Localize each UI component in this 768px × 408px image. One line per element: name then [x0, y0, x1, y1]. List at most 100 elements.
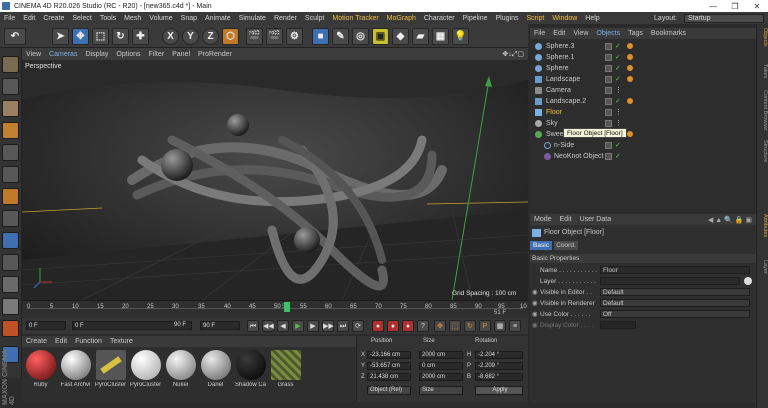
menu-script[interactable]: Script: [522, 15, 548, 22]
material-menu-texture[interactable]: Texture: [106, 338, 137, 345]
menu-create[interactable]: Create: [39, 15, 68, 22]
objects-menu-edit[interactable]: Edit: [549, 30, 569, 37]
tab-coord[interactable]: Coord.: [554, 241, 578, 250]
step-back-icon[interactable]: ◀: [277, 320, 289, 332]
size-x-field[interactable]: 2000 cm: [419, 351, 463, 359]
z-axis-toggle[interactable]: Z: [202, 28, 219, 45]
texture-mode-icon[interactable]: [2, 100, 19, 117]
viewport-menu-filter[interactable]: Filter: [145, 51, 169, 58]
environment-icon[interactable]: ▰: [412, 28, 429, 45]
timeline-menu-icon[interactable]: ≡: [509, 320, 521, 332]
menu-tools[interactable]: Tools: [96, 15, 120, 22]
radio-icon[interactable]: ◉: [532, 321, 538, 330]
display-color-swatch[interactable]: [600, 321, 636, 329]
menu-help[interactable]: Help: [581, 15, 603, 22]
render-to-picture-viewer-icon[interactable]: 🎬: [266, 28, 283, 45]
menu-select[interactable]: Select: [68, 15, 95, 22]
menu-mesh[interactable]: Mesh: [120, 15, 145, 22]
workplane-mode-icon[interactable]: [2, 122, 19, 139]
name-field[interactable]: Floor: [600, 266, 750, 274]
cube-primitive-icon[interactable]: ■: [312, 28, 329, 45]
object-row[interactable]: Camera ⋮: [530, 85, 756, 96]
position-z-field[interactable]: 21.438 cm: [367, 373, 411, 381]
material-swatch[interactable]: PyroCluster: [129, 349, 162, 393]
objects-menu-view[interactable]: View: [569, 30, 592, 37]
scale-key-icon[interactable]: ⬚: [449, 320, 461, 332]
attr-menu-mode[interactable]: Mode: [530, 216, 556, 223]
tab-layer-vertical[interactable]: Layer: [758, 260, 768, 274]
tab-content-browser-vertical[interactable]: Content Browser: [758, 90, 768, 131]
viewport-menu-display[interactable]: Display: [81, 51, 112, 58]
coordinate-system-icon[interactable]: ⬡: [222, 28, 239, 45]
tweak-mode-icon[interactable]: [2, 232, 19, 249]
snapping-icon[interactable]: [2, 276, 19, 293]
material-swatch[interactable]: Fast Archvi: [59, 349, 92, 393]
object-row[interactable]: Sphere.1 ✓: [530, 52, 756, 63]
go-to-start-icon[interactable]: ⏮: [247, 320, 259, 332]
rotation-key-icon[interactable]: ↻: [464, 320, 476, 332]
layer-link-icon[interactable]: [744, 277, 752, 285]
pen-spline-icon[interactable]: ✎: [332, 28, 349, 45]
next-key-icon[interactable]: ▶▶: [322, 320, 334, 332]
point-level-icon[interactable]: ▦: [494, 320, 506, 332]
menu-mograph[interactable]: MoGraph: [383, 15, 420, 22]
menu-volume[interactable]: Volume: [145, 15, 176, 22]
mograph-icon[interactable]: ◆: [392, 28, 409, 45]
go-to-end-icon[interactable]: ⏭: [337, 320, 349, 332]
menu-sculpt[interactable]: Sculpt: [301, 15, 328, 22]
visible-in-renderer-select[interactable]: Default: [600, 299, 750, 307]
layout-select[interactable]: Startup: [684, 13, 764, 23]
y-axis-toggle[interactable]: Y: [182, 28, 199, 45]
play-icon[interactable]: ▶: [292, 320, 304, 332]
menu-pipeline[interactable]: Pipeline: [459, 15, 492, 22]
size-mode-select[interactable]: Size: [419, 386, 463, 395]
layer-field[interactable]: [600, 277, 740, 285]
move-tool-icon[interactable]: ✥: [72, 28, 89, 45]
object-row[interactable]: n-Side ✓: [530, 140, 756, 151]
material-menu-create[interactable]: Create: [22, 338, 51, 345]
preview-end-field[interactable]: 90 F: [172, 321, 192, 330]
render-view-icon[interactable]: 🎬: [246, 28, 263, 45]
attr-nav-icons[interactable]: ◀ ▲ 🔍 🔒 ▣: [704, 216, 756, 224]
select-tool-icon[interactable]: ➤: [52, 28, 69, 45]
material-menu-function[interactable]: Function: [71, 338, 106, 345]
use-color-select[interactable]: Off: [600, 310, 750, 318]
autokey-icon[interactable]: ●: [387, 320, 399, 332]
tab-basic[interactable]: Basic: [530, 241, 552, 250]
objects-menu-file[interactable]: File: [530, 30, 549, 37]
object-row[interactable]: NeoKnot Object ✓: [530, 151, 756, 162]
menu-simulate[interactable]: Simulate: [235, 15, 270, 22]
material-swatch[interactable]: Nukei: [164, 349, 197, 393]
position-x-field[interactable]: -23.166 cm: [367, 351, 411, 359]
position-y-field[interactable]: -53.657 cm: [367, 362, 411, 370]
rotation-p-field[interactable]: -2.209 °: [475, 362, 523, 370]
size-z-field[interactable]: 2000 cm: [419, 373, 463, 381]
radio-icon[interactable]: ◉: [532, 299, 538, 308]
attr-menu-edit[interactable]: Edit: [556, 216, 576, 223]
menu-render[interactable]: Render: [270, 15, 301, 22]
menu-motion-tracker[interactable]: Motion Tracker: [328, 15, 382, 22]
material-menu-edit[interactable]: Edit: [51, 338, 71, 345]
visible-in-editor-select[interactable]: Default: [600, 288, 750, 296]
make-editable-icon[interactable]: [2, 56, 19, 73]
minimize-button[interactable]: —: [702, 2, 724, 11]
camera-icon[interactable]: ▦: [432, 28, 449, 45]
menu-file[interactable]: File: [0, 15, 19, 22]
edges-mode-icon[interactable]: [2, 166, 19, 183]
tab-attributes-vertical[interactable]: Attributes: [758, 214, 768, 237]
start-frame-field[interactable]: 0 F: [26, 321, 66, 330]
viewport-solo-icon[interactable]: [2, 254, 19, 271]
deformer-icon[interactable]: ▣: [372, 28, 389, 45]
points-mode-icon[interactable]: [2, 144, 19, 161]
objects-menu-tags[interactable]: Tags: [624, 30, 647, 37]
tab-objects-vertical[interactable]: Objects: [758, 28, 768, 47]
radio-icon[interactable]: ◉: [532, 310, 538, 319]
undo-button[interactable]: ↶: [4, 28, 26, 45]
model-mode-icon[interactable]: [2, 78, 19, 95]
objects-menu-bookmarks[interactable]: Bookmarks: [647, 30, 690, 37]
maximize-button[interactable]: ❐: [724, 2, 746, 11]
previous-key-icon[interactable]: ◀◀: [262, 320, 274, 332]
object-row[interactable]: Sphere ✓: [530, 63, 756, 74]
position-key-icon[interactable]: ✥: [434, 320, 446, 332]
material-swatch[interactable]: Grass: [269, 349, 302, 393]
